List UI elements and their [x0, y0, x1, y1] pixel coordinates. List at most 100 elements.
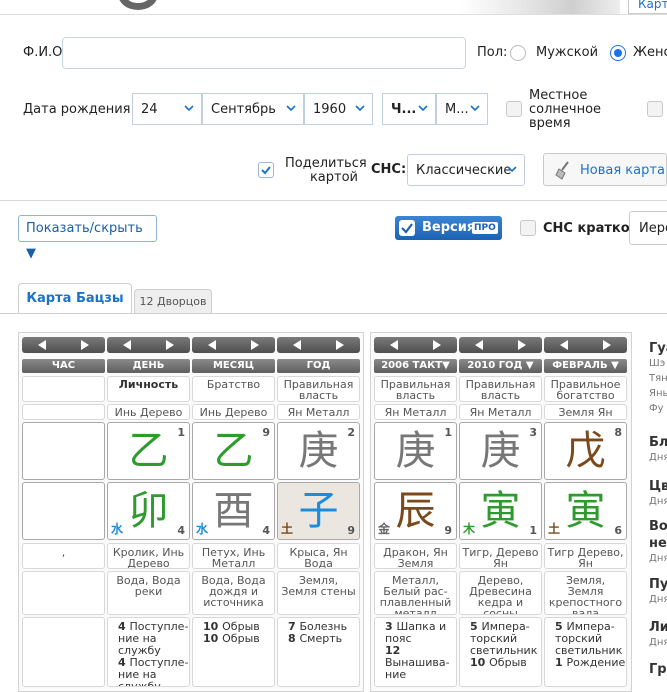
- solar-time-checkbox[interactable]: [506, 101, 522, 117]
- luck-0-header[interactable]: 2006 ТАКТ▼: [374, 359, 457, 373]
- header-tab[interactable]: Карт: [628, 0, 667, 14]
- arrow-left-icon[interactable]: [208, 340, 216, 350]
- header-banner-art: [460, 0, 620, 14]
- minute-select[interactable]: М...: [436, 93, 488, 125]
- stem-number: 8: [614, 426, 622, 439]
- year-value: 1960: [313, 101, 347, 117]
- version-pro-button[interactable]: Версия ПРО: [395, 216, 502, 240]
- arrow-right-icon[interactable]: [166, 340, 174, 350]
- show-hide-button[interactable]: Показать/скрыть ▼: [18, 215, 157, 261]
- natal-1-nav[interactable]: [107, 337, 190, 353]
- palace-number: 1: [555, 656, 567, 669]
- luck-2-role: Правильное богатство: [544, 376, 627, 402]
- chevron-down-icon: [355, 105, 365, 112]
- luck-0-animal: Дракон, Ян Земля: [374, 543, 457, 569]
- gender-male-radio[interactable]: [510, 45, 526, 61]
- role-text: Личность: [118, 378, 179, 391]
- branch-element: 木: [463, 522, 476, 536]
- luck-2-role-element: Земля Ян: [544, 404, 627, 420]
- natal-2-nav[interactable]: [192, 337, 275, 353]
- tabs-baseline: [0, 313, 667, 314]
- day-value: 24: [141, 101, 158, 117]
- gender-female-radio[interactable]: [610, 45, 626, 61]
- natal-1-heavenly-stem[interactable]: 乙1: [107, 422, 190, 480]
- palace-entry: 3 Шапка и пояс: [385, 621, 456, 645]
- luck-2-nayin: Земля, Земля крепостного вала: [544, 571, 627, 615]
- tab-bazi-map[interactable]: Карта Бацзы: [18, 283, 132, 313]
- arrow-left-icon[interactable]: [560, 340, 568, 350]
- luck-1-header[interactable]: 2010 ГОД ▼: [459, 359, 542, 373]
- branch-element: 水: [196, 522, 209, 536]
- arrow-right-icon[interactable]: [433, 340, 441, 350]
- year-select[interactable]: 1960: [304, 93, 373, 125]
- side-section-title[interactable]: Цв: [649, 479, 667, 494]
- luck-1-earthly-branch[interactable]: 寅1木: [459, 482, 542, 540]
- chevron-down-icon: [184, 105, 194, 112]
- natal-2-earthly-branch[interactable]: 酉4水: [192, 482, 275, 540]
- arrow-left-icon[interactable]: [38, 340, 46, 350]
- sns-short-checkbox[interactable]: [520, 220, 536, 236]
- tab-12-palaces[interactable]: 12 Дворцов: [134, 289, 212, 313]
- month-select[interactable]: Сентябрь: [202, 93, 304, 125]
- day-select[interactable]: 24: [132, 93, 202, 125]
- luck-2-earthly-branch[interactable]: 寅6土: [544, 482, 627, 540]
- month-value: Сентябрь: [211, 101, 276, 117]
- arrow-left-icon[interactable]: [123, 340, 131, 350]
- birth-date-label: Дата рождения: [23, 102, 131, 117]
- sns-select[interactable]: Классические: [407, 154, 525, 186]
- natal-2-heavenly-stem[interactable]: 乙9: [192, 422, 275, 480]
- hour-select[interactable]: Ч...: [382, 93, 436, 125]
- natal-3-earthly-branch[interactable]: 子9土: [277, 482, 360, 540]
- arrow-right-icon[interactable]: [518, 340, 526, 350]
- luck-1-heavenly-stem[interactable]: 庚3: [459, 422, 542, 480]
- natal-0-nav[interactable]: [22, 337, 105, 353]
- side-section-item: Тян: [649, 373, 667, 384]
- fio-input[interactable]: [62, 37, 466, 69]
- branch-number: 9: [347, 524, 355, 537]
- extra-option-checkbox[interactable]: [647, 101, 663, 117]
- luck-0-role: Правильная власть: [374, 376, 457, 402]
- arrow-left-icon[interactable]: [475, 340, 483, 350]
- chevron-down-icon: [470, 105, 480, 112]
- arrow-right-icon[interactable]: [336, 340, 344, 350]
- palace-name: Обрыв: [489, 656, 527, 669]
- arrow-right-icon[interactable]: [81, 340, 89, 350]
- share-map-checkbox[interactable]: [258, 162, 274, 178]
- natal-3-nav[interactable]: [277, 337, 360, 353]
- palace-number: 8: [288, 632, 300, 645]
- luck-2-nav[interactable]: [544, 337, 627, 353]
- luck-0-role-element: Ян Металл: [374, 404, 457, 420]
- fio-label: Ф.И.О.: [23, 45, 67, 60]
- chevron-down-icon: [507, 166, 517, 173]
- branch-number: 1: [529, 524, 537, 537]
- luck-2-heavenly-stem[interactable]: 戊8: [544, 422, 627, 480]
- side-section-title[interactable]: Гуа: [649, 341, 667, 356]
- luck-0-earthly-branch[interactable]: 辰9金: [374, 482, 457, 540]
- side-section-title[interactable]: Пу: [649, 577, 667, 592]
- luck-1-nav[interactable]: [459, 337, 542, 353]
- arrow-left-icon[interactable]: [390, 340, 398, 350]
- branch-number: 6: [614, 524, 622, 537]
- luck-0-heavenly-stem[interactable]: 庚1: [374, 422, 457, 480]
- hieroglyph-select[interactable]: Иеро: [629, 211, 667, 245]
- natal-1-role-element: Инь Дерево: [107, 404, 190, 420]
- side-section-title[interactable]: Ли: [649, 620, 667, 635]
- side-section-title[interactable]: Во: [649, 519, 667, 534]
- luck-2-header[interactable]: ФЕВРАЛЬ ▼: [544, 359, 627, 373]
- new-map-button[interactable]: Новая карта: [543, 153, 667, 186]
- side-section-title[interactable]: Гра: [649, 662, 667, 677]
- side-section-title[interactable]: Бл: [649, 435, 667, 450]
- branch-element: 土: [548, 522, 561, 536]
- arrow-right-icon[interactable]: [603, 340, 611, 350]
- natal-0-heavenly-stem[interactable]: [22, 422, 105, 480]
- natal-1-earthly-branch[interactable]: 卯4水: [107, 482, 190, 540]
- natal-3-heavenly-stem[interactable]: 庚2: [277, 422, 360, 480]
- arrow-right-icon[interactable]: [251, 340, 259, 350]
- arrow-left-icon[interactable]: [293, 340, 301, 350]
- checkmark-icon: [401, 223, 413, 234]
- palace-entry: 4 Поступле- ние на службу: [118, 621, 189, 657]
- palace-name: Импера- торский светильник: [470, 620, 538, 657]
- natal-0-earthly-branch[interactable]: [22, 482, 105, 540]
- luck-0-nav[interactable]: [374, 337, 457, 353]
- version-label: Версия: [422, 220, 476, 235]
